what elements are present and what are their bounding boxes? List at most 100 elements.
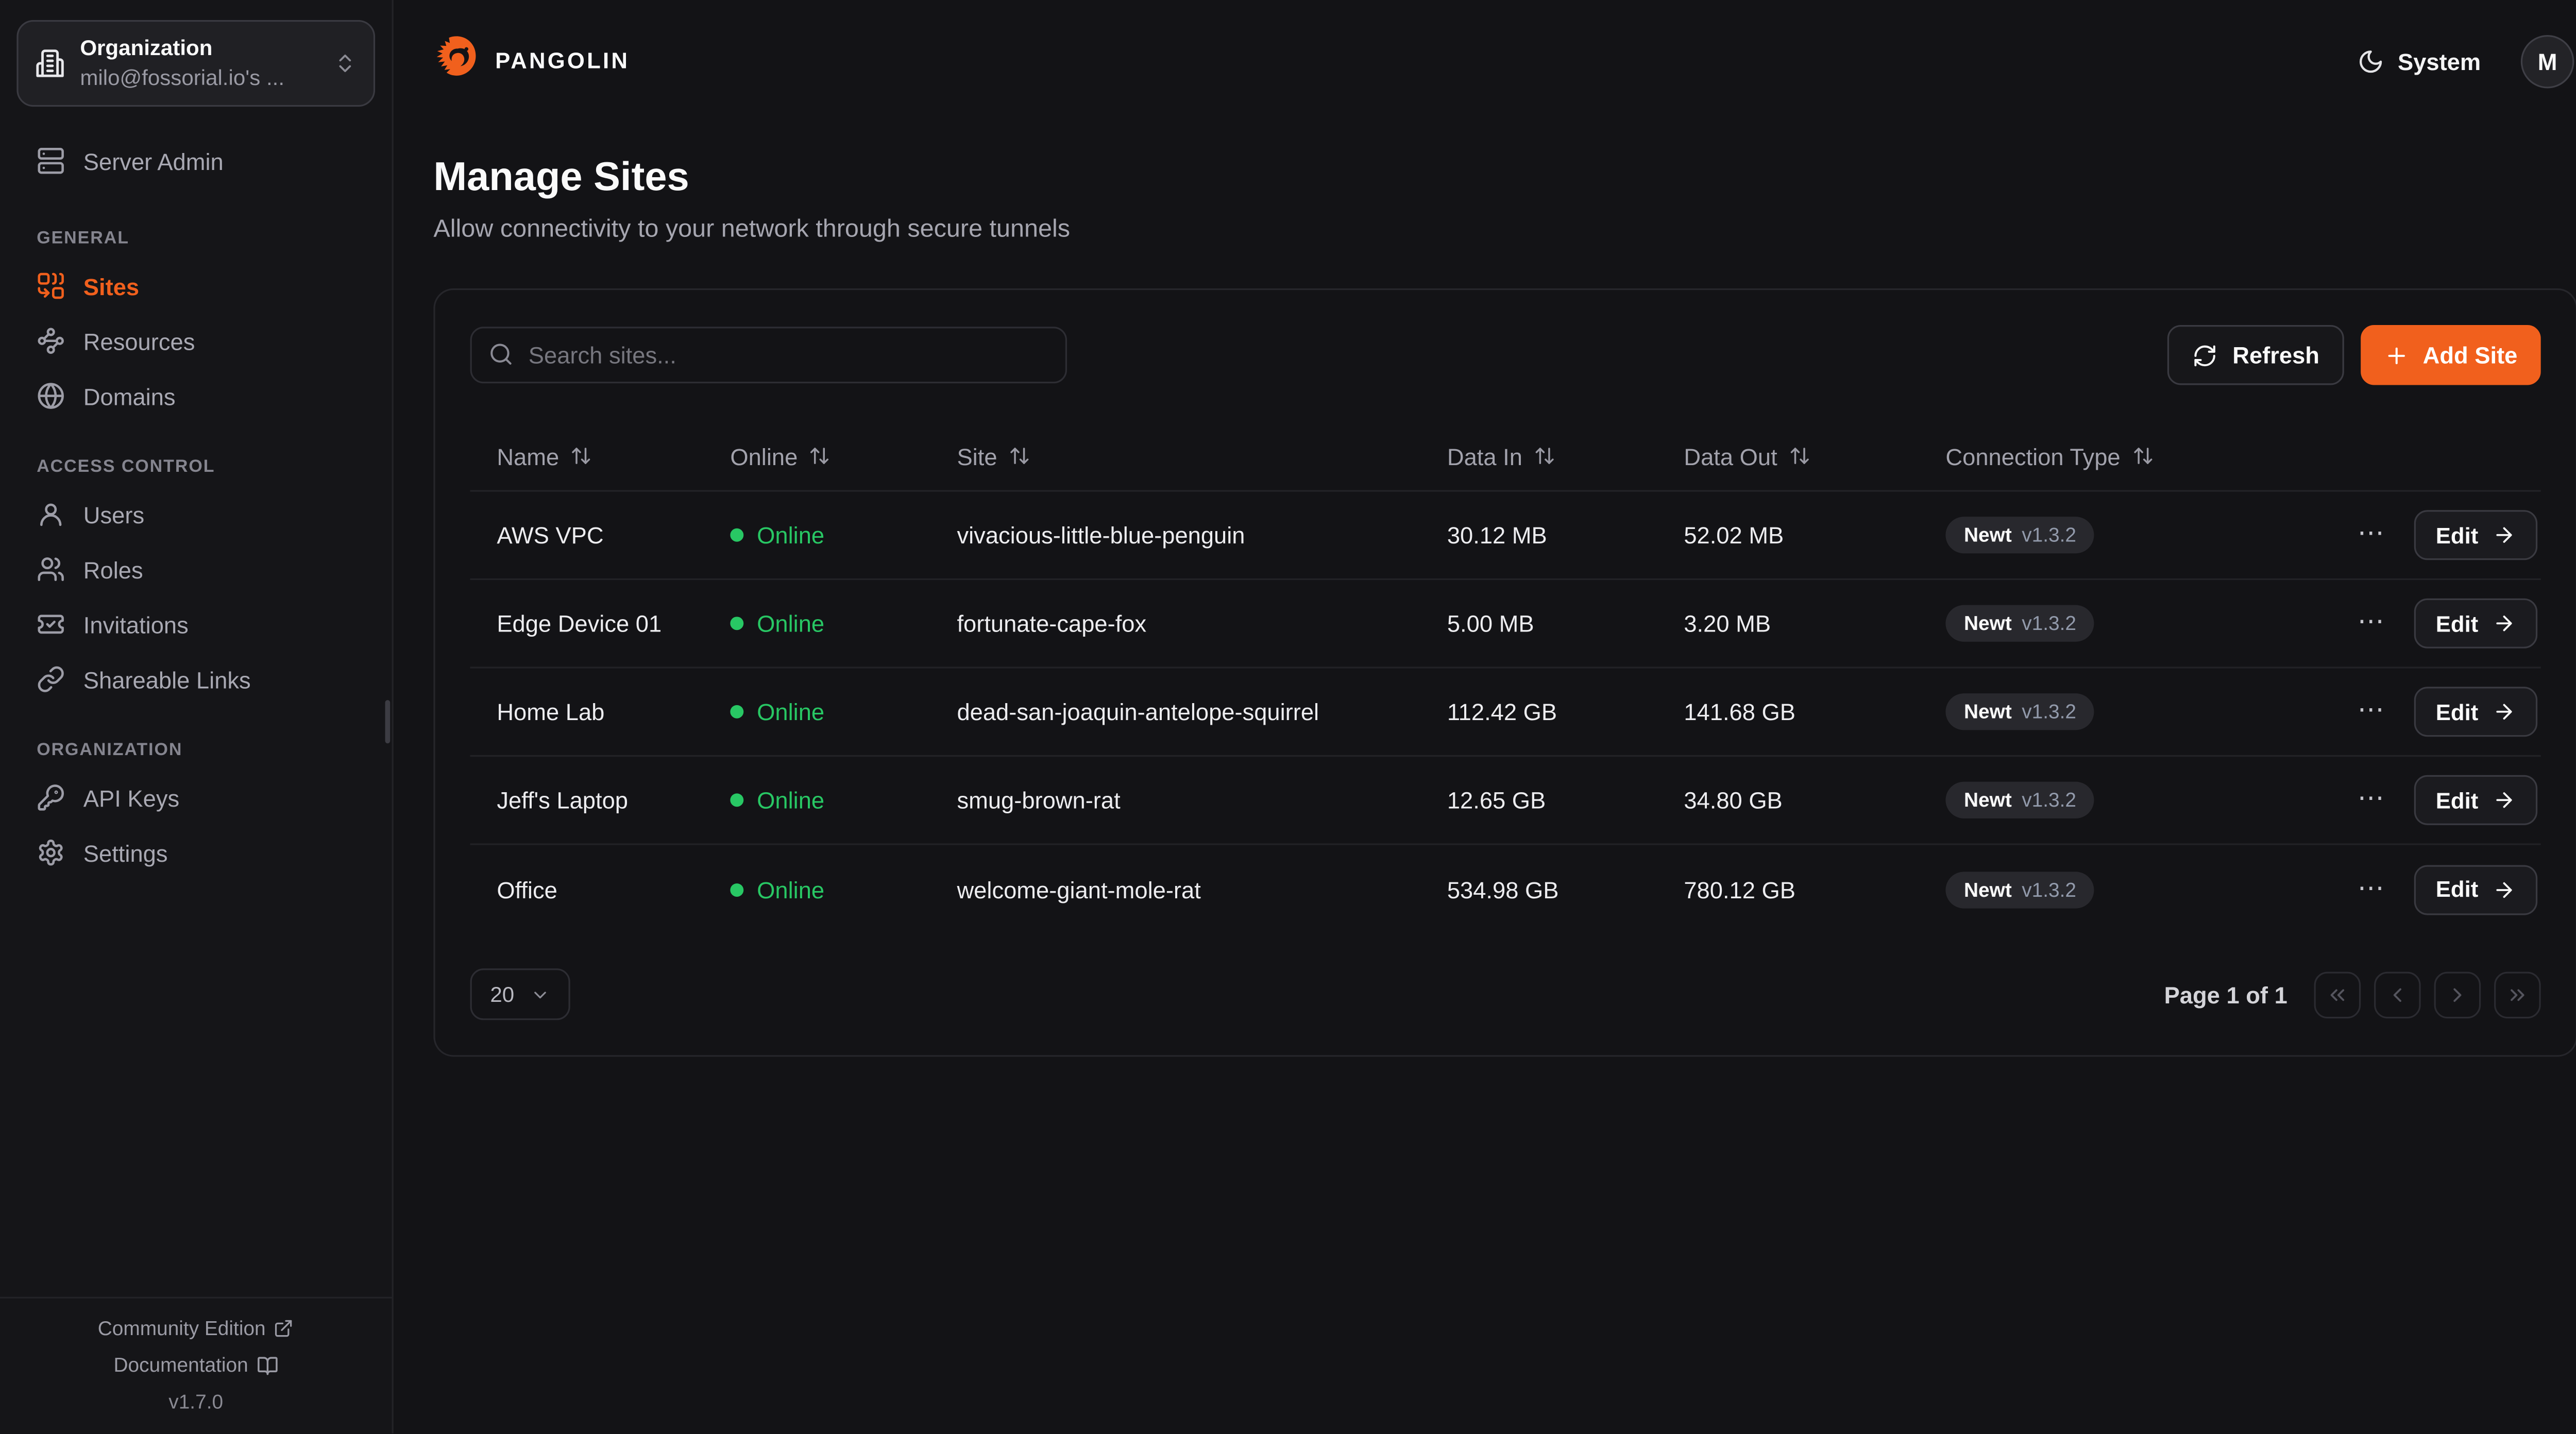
row-actions-button[interactable]: ⋯ [2351, 515, 2391, 555]
search-input[interactable] [470, 327, 1067, 383]
app-window: Organization milo@fossorial.io's ... Ser… [0, 0, 2576, 1433]
online-dot-icon [730, 528, 743, 542]
sidebar-item-shareable-links[interactable]: Shareable Links [20, 652, 372, 707]
pager-buttons [2314, 971, 2541, 1018]
sidebar-scrollbar[interactable] [385, 700, 391, 743]
name-cell: Jeff's Laptop [470, 787, 704, 813]
pangolin-logo-icon [433, 33, 480, 89]
connection-type-cell: Newtv1.3.2 [1919, 517, 2324, 553]
sidebar-item-server-admin[interactable]: Server Admin [20, 133, 372, 189]
last-page-button[interactable] [2494, 971, 2541, 1018]
organization-selector[interactable]: Organization milo@fossorial.io's ... [16, 20, 375, 107]
documentation-link[interactable]: Documentation [13, 1354, 379, 1377]
sidebar-item-label: Shareable Links [83, 666, 251, 693]
next-page-button[interactable] [2434, 971, 2481, 1018]
online-label: Online [757, 698, 824, 725]
theme-toggle-button[interactable]: System [2348, 46, 2491, 76]
link-icon [37, 665, 65, 693]
page-header: Manage Sites Allow connectivity to your … [394, 89, 2576, 244]
column-label: Data Out [1684, 442, 1777, 469]
column-header-site[interactable]: Site [930, 441, 1420, 471]
data-out-cell: 34.80 GB [1657, 787, 1919, 813]
edit-button[interactable]: Edit [2414, 864, 2537, 914]
sidebar-item-api-keys[interactable]: API Keys [20, 770, 372, 825]
edit-button[interactable]: Edit [2414, 599, 2537, 648]
sites-table: Name Online Site Data In Data Out Connec… [470, 422, 2541, 933]
sidebar-item-users[interactable]: Users [20, 487, 372, 542]
data-in-cell: 112.42 GB [1420, 698, 1657, 725]
external-link-icon [274, 1319, 294, 1339]
sidebar-item-resources[interactable]: Resources [20, 313, 372, 368]
connection-type-badge: Newtv1.3.2 [1945, 605, 2094, 642]
online-label: Online [757, 876, 824, 903]
online-dot-icon [730, 882, 743, 896]
table-row: Edge Device 01 Online fortunate-cape-fox… [470, 580, 2541, 669]
previous-page-button[interactable] [2374, 971, 2421, 1018]
chevrons-up-down-icon [333, 52, 357, 75]
data-out-cell: 3.20 MB [1657, 610, 1919, 637]
edit-label: Edit [2436, 699, 2479, 725]
site-cell: vivacious-little-blue-penguin [930, 522, 1420, 549]
column-header-connection-type[interactable]: Connection Type [1919, 441, 2324, 471]
column-label: Name [497, 442, 559, 469]
refresh-button[interactable]: Refresh [2167, 325, 2344, 385]
row-menu-cell: ⋯ [2324, 780, 2414, 820]
first-page-button[interactable] [2314, 971, 2361, 1018]
connection-type-cell: Newtv1.3.2 [1919, 693, 2324, 730]
add-site-button[interactable]: Add Site [2361, 325, 2541, 385]
page-size-select[interactable]: 20 [470, 968, 571, 1020]
sites-icon [37, 271, 65, 300]
arrow-right-icon [2492, 789, 2515, 812]
column-header-online[interactable]: Online [704, 441, 930, 471]
online-dot-icon [730, 793, 743, 807]
data-out-cell: 52.02 MB [1657, 522, 1919, 549]
column-header-name[interactable]: Name [470, 441, 704, 471]
chevron-down-icon [531, 984, 551, 1004]
edit-button[interactable]: Edit [2414, 775, 2537, 825]
sidebar-item-invitations[interactable]: Invitations [20, 596, 372, 652]
sidebar-nav: Server Admin GENERAL Sites Resources Dom… [0, 117, 392, 880]
section-label-general: GENERAL [37, 228, 355, 248]
data-in-cell: 534.98 GB [1420, 876, 1657, 903]
row-menu-cell: ⋯ [2324, 515, 2414, 555]
online-cell: Online [704, 698, 930, 725]
online-cell: Online [704, 876, 930, 903]
sites-toolbar: Refresh Add Site [470, 325, 2541, 385]
column-header-data-out[interactable]: Data Out [1657, 441, 1919, 471]
user-icon [37, 500, 65, 528]
sidebar: Organization milo@fossorial.io's ... Ser… [0, 0, 394, 1433]
row-actions-button[interactable]: ⋯ [2351, 692, 2391, 732]
sidebar-item-settings[interactable]: Settings [20, 825, 372, 880]
edit-button[interactable]: Edit [2414, 510, 2537, 560]
avatar[interactable]: M [2521, 34, 2574, 88]
name-cell: AWS VPC [470, 522, 704, 549]
sidebar-item-label: Resources [83, 328, 195, 354]
community-edition-link[interactable]: Community Edition [13, 1317, 379, 1340]
sort-icon [1009, 445, 1030, 467]
toolbar-buttons: Refresh Add Site [2167, 325, 2541, 385]
edit-label: Edit [2436, 522, 2479, 548]
table-row: AWS VPC Online vivacious-little-blue-pen… [470, 492, 2541, 581]
section-label-access-control: ACCESS CONTROL [37, 457, 355, 477]
edit-cell: Edit [2414, 775, 2554, 825]
sites-card: Refresh Add Site Name Online Site Data I… [433, 288, 2576, 1057]
sidebar-item-label: Server Admin [83, 147, 224, 174]
row-actions-button[interactable]: ⋯ [2351, 603, 2391, 643]
sort-icon [809, 445, 831, 467]
sidebar-item-domains[interactable]: Domains [20, 368, 372, 423]
sidebar-item-roles[interactable]: Roles [20, 542, 372, 597]
sort-icon [1534, 445, 1556, 467]
sidebar-item-sites[interactable]: Sites [20, 259, 372, 314]
row-actions-button[interactable]: ⋯ [2351, 780, 2391, 820]
table-row: Home Lab Online dead-san-joaquin-antelop… [470, 669, 2541, 757]
row-actions-button[interactable]: ⋯ [2351, 869, 2391, 910]
sort-icon [1789, 445, 1810, 467]
add-site-label: Add Site [2423, 342, 2518, 368]
server-icon [37, 147, 65, 175]
column-header-data-in[interactable]: Data In [1420, 441, 1657, 471]
top-bar: PANGOLIN System M [394, 0, 2576, 89]
sidebar-item-label: Users [83, 501, 144, 527]
online-label: Online [757, 522, 824, 549]
edit-button[interactable]: Edit [2414, 687, 2537, 737]
page-title: Manage Sites [433, 155, 2574, 202]
